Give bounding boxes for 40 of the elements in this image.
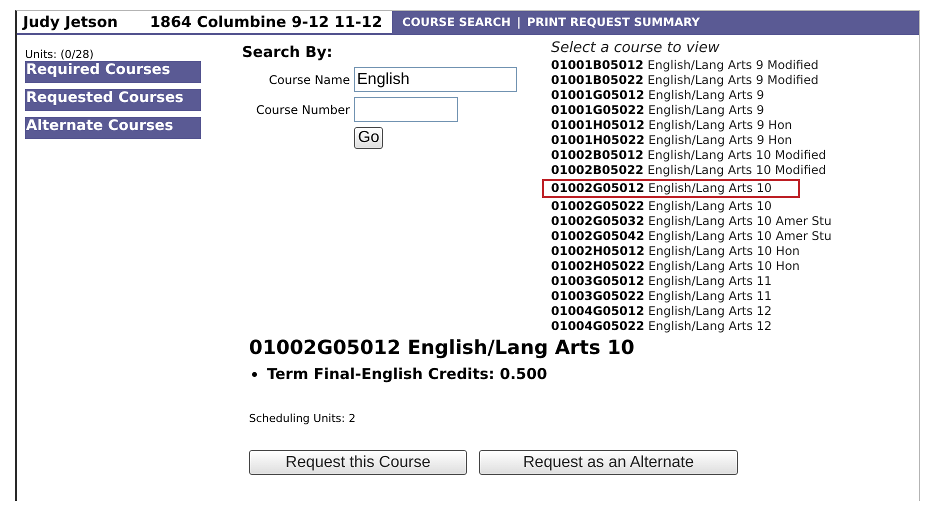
course-item[interactable]: 01003G05012 English/Lang Arts 11: [542, 274, 800, 289]
course-item[interactable]: 01004G05022 English/Lang Arts 12: [542, 319, 800, 334]
course-item[interactable]: 01002B05012 English/Lang Arts 10 Modified: [542, 148, 854, 163]
bullet-icon: [252, 372, 257, 376]
scheduling-units: Scheduling Units: 2: [249, 412, 357, 425]
list-heading: Select a course to view: [551, 40, 720, 56]
request-button[interactable]: Request as an Alternate: [479, 450, 738, 475]
school-name: 1864 Columbine 9-12 11-12: [148, 12, 382, 33]
course-item[interactable]: 01001G05022 English/Lang Arts 9: [542, 103, 792, 118]
nav-link[interactable]: COURSE SEARCH: [402, 15, 511, 29]
course-item[interactable]: 01004G05012 English/Lang Arts 12: [542, 304, 800, 319]
units-label: Units: (0/28): [25, 48, 95, 61]
course-item[interactable]: 01002H05012 English/Lang Arts 10 Hon: [542, 244, 828, 259]
input-field[interactable]: English: [354, 67, 517, 92]
course-title: 01002G05012 English/Lang Arts 10: [249, 336, 636, 359]
course-item[interactable]: 01002G05042 English/Lang Arts 10 Amer Stu: [542, 229, 860, 244]
sidebar-link[interactable]: Requested Courses: [25, 89, 201, 111]
course-item[interactable]: 01001H05022 English/Lang Arts 9 Hon: [542, 133, 820, 148]
student-name: Judy Jetson: [21, 12, 118, 33]
course-item[interactable]: 01003G05022 English/Lang Arts 11: [542, 289, 800, 304]
course-item[interactable]: 01002H05022 English/Lang Arts 10 Hon: [542, 259, 828, 274]
go-button[interactable]: Go: [354, 127, 384, 149]
course-item[interactable]: 01001G05012 English/Lang Arts 9: [542, 88, 792, 103]
course-item[interactable]: 01001B05012 English/Lang Arts 9 Modified: [542, 58, 846, 73]
course-item[interactable]: 01002G05022 English/Lang Arts 10: [542, 199, 800, 214]
sidebar-link[interactable]: Alternate Courses: [25, 117, 201, 139]
request-button[interactable]: Request this Course: [249, 450, 467, 475]
course-item[interactable]: 01001H05012 English/Lang Arts 9 Hon: [542, 118, 820, 133]
search-heading: Search By:: [242, 43, 334, 61]
nav-link[interactable]: PRINT REQUEST SUMMARY: [526, 15, 700, 29]
course-item[interactable]: 01002B05022 English/Lang Arts 10 Modified: [542, 163, 854, 178]
field-label: Course Number: [255, 102, 351, 116]
course-item[interactable]: 01002G05012 English/Lang Arts 10: [542, 179, 800, 198]
field-label: Course Name: [268, 72, 351, 86]
sidebar-link[interactable]: Required Courses: [25, 61, 201, 83]
course-item[interactable]: 01002G05032 English/Lang Arts 10 Amer Stu: [542, 214, 860, 229]
input-field[interactable]: [354, 97, 458, 122]
course-credits: Term Final-English Credits: 0.500: [267, 365, 548, 383]
course-item[interactable]: 01001B05022 English/Lang Arts 9 Modified: [542, 73, 846, 88]
nav-separator: |: [516, 15, 521, 29]
